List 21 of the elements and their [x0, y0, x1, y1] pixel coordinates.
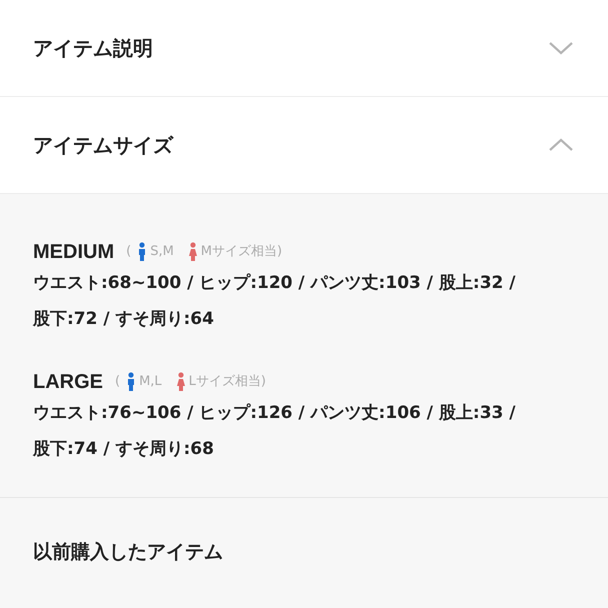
women-size-text: Lサイズ相当)	[188, 373, 266, 392]
measurement-text: ウエスト:76~106 / ヒップ:126 / パンツ丈:106 / 股上:33 /	[33, 402, 516, 425]
measurement-text: 股下:72 / すそ周り:64	[33, 308, 215, 331]
accordion-header[interactable]: アイテム説明	[0, 0, 608, 97]
measurement-text: ウエスト:68~100 / ヒップ:120 / パンツ丈:103 / 股上:32 /	[33, 272, 516, 295]
section-title: 以前購入したアイテム	[33, 541, 223, 563]
size-name: LARGE	[33, 370, 103, 395]
woman-icon	[176, 372, 186, 392]
woman-icon	[188, 242, 198, 262]
measurement-text: 股下:74 / すそ周り:68	[33, 438, 215, 461]
men-size-text: M,L	[139, 373, 162, 392]
paren-text: (	[126, 243, 132, 262]
man-icon	[126, 372, 136, 392]
section-title: アイテム説明	[33, 35, 153, 62]
section-title: アイテムサイズ	[33, 132, 173, 159]
accordion-header[interactable]: アイテムサイズ	[0, 97, 608, 194]
men-size-text: S,M	[150, 243, 174, 262]
women-size-text: Mサイズ相当)	[200, 243, 282, 262]
paren-text: (	[115, 373, 120, 392]
man-icon	[137, 242, 148, 262]
size-name: MEDIUM	[33, 240, 114, 265]
